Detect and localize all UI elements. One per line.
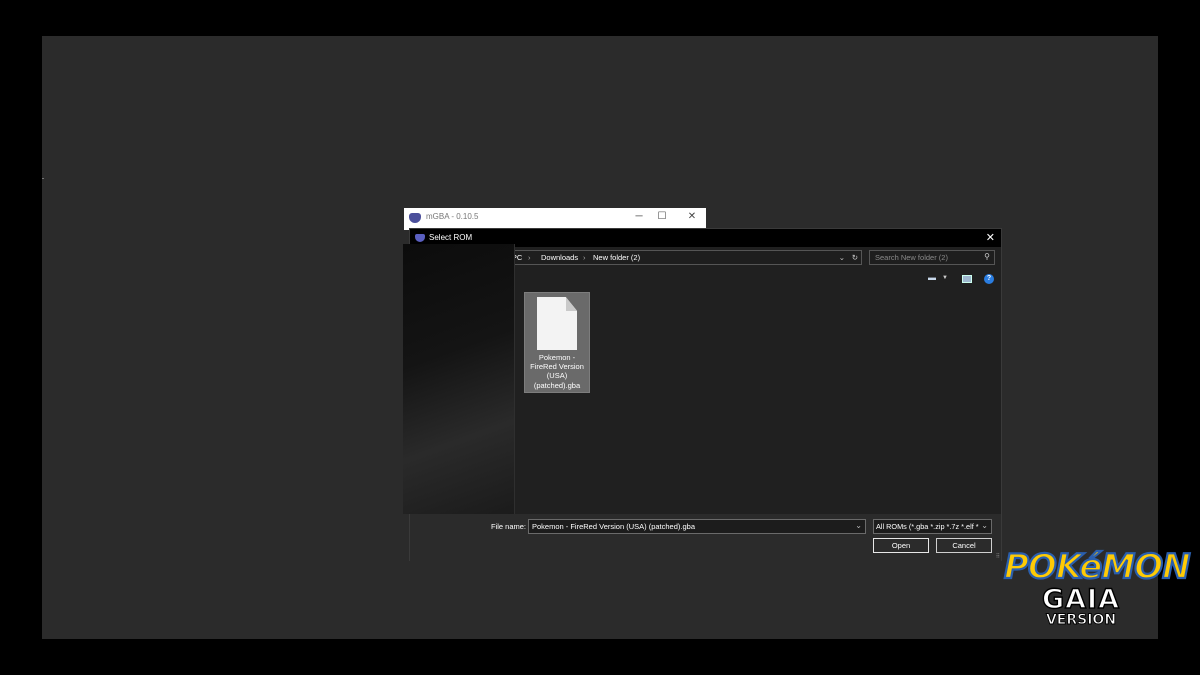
breadcrumb-downloads[interactable]: Downloads	[541, 253, 578, 262]
pane-divider[interactable]	[514, 244, 515, 514]
address-dropdown-icon[interactable]: ⌄	[839, 253, 845, 262]
navigation-pane[interactable]	[403, 244, 514, 514]
close-button[interactable]: ✕	[685, 211, 699, 222]
maximize-button[interactable]: ☐	[655, 211, 669, 222]
file-name-label: File name:	[491, 522, 527, 531]
breadcrumb-separator-icon: ›	[528, 253, 531, 262]
preview-pane-icon[interactable]	[962, 275, 972, 283]
file-item-rom[interactable]: Pokemon - FireRed Version (USA) (patched…	[524, 292, 590, 393]
file-item-label: Pokemon - FireRed Version (USA) (patched…	[530, 353, 584, 390]
search-placeholder: Search New folder (2)	[875, 253, 948, 262]
view-options-icon[interactable]: ▬	[928, 273, 936, 282]
mgba-window-title: mGBA - 0.10.5	[426, 212, 479, 221]
breadcrumb-separator-icon: ›	[583, 253, 586, 262]
logo-pokemon-text: POKéMON	[1003, 546, 1192, 588]
logo-version-text: VERSION	[1045, 612, 1117, 629]
search-input[interactable]: Search New folder (2) ⚲	[869, 250, 995, 265]
file-type-select[interactable]: All ROMs (*.gba *.zip *.7z *.elf * ⌄	[873, 519, 992, 534]
refresh-icon[interactable]: ↻	[852, 253, 858, 262]
address-bar[interactable]: s PC › Downloads › New folder (2) ⌄ ↻	[502, 250, 862, 265]
view-dropdown-icon[interactable]: ▼	[942, 275, 948, 281]
file-type-dropdown-icon[interactable]: ⌄	[981, 521, 988, 530]
minimize-button[interactable]: ─	[632, 211, 646, 222]
pokemon-gaia-logo: POKéMON GAIA VERSION	[1002, 545, 1192, 637]
dialog-title: Select ROM	[429, 233, 473, 242]
help-icon[interactable]: ?	[984, 274, 994, 284]
dialog-footer: File name: Pokemon - FireRed Version (US…	[410, 514, 1001, 561]
file-name-dropdown-icon[interactable]: ⌄	[855, 521, 862, 530]
file-type-value: All ROMs (*.gba *.zip *.7z *.elf *	[876, 522, 979, 531]
resize-grip-icon[interactable]: ⠿	[996, 553, 1000, 560]
dialog-close-icon[interactable]: ✕	[986, 231, 995, 244]
open-button[interactable]: Open	[873, 538, 929, 553]
mgba-window: mGBA - 0.10.5 ─ ☐ ✕	[404, 208, 706, 230]
cancel-button[interactable]: Cancel	[936, 538, 992, 553]
mgba-app-icon	[409, 213, 421, 223]
stray-pixel	[42, 178, 44, 179]
file-name-value: Pokemon - FireRed Version (USA) (patched…	[532, 522, 695, 531]
mgba-app-icon	[415, 234, 425, 242]
breadcrumb-new-folder[interactable]: New folder (2)	[593, 253, 640, 262]
file-document-icon	[537, 297, 577, 350]
file-name-field[interactable]: Pokemon - FireRed Version (USA) (patched…	[528, 519, 866, 534]
select-rom-dialog: Select ROM ✕ s PC › Downloads › New fold…	[403, 228, 1002, 561]
search-icon[interactable]: ⚲	[984, 252, 990, 261]
